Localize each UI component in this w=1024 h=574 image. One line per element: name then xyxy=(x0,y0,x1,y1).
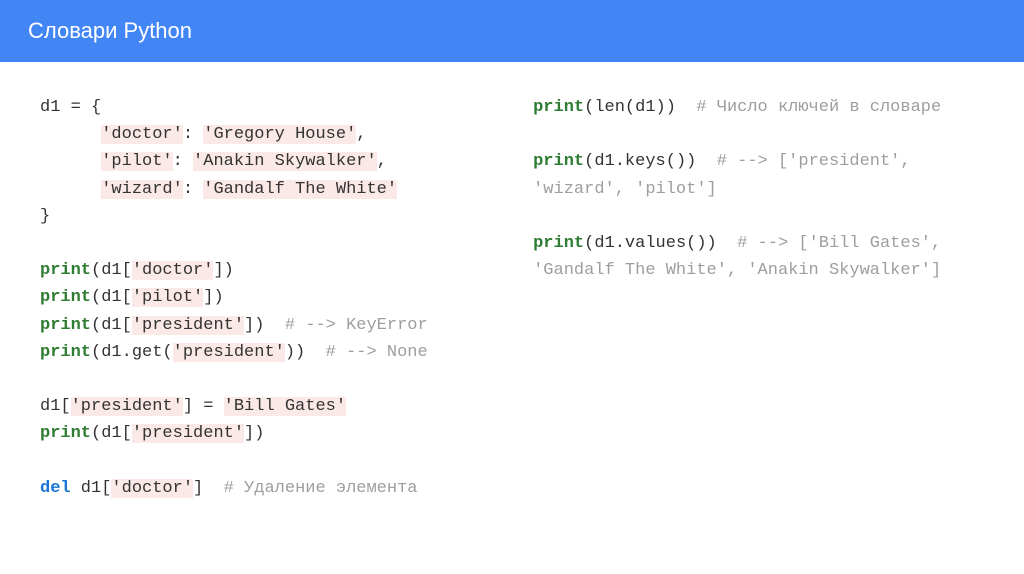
code-column-right: print(len(d1)) # Число ключей в словаре … xyxy=(533,94,986,502)
slide-content: d1 = { 'doctor': 'Gregory House', 'pilot… xyxy=(0,62,1024,534)
code-block-left: d1 = { 'doctor': 'Gregory House', 'pilot… xyxy=(40,94,493,502)
code-block-right: print(len(d1)) # Число ключей в словаре … xyxy=(533,94,986,284)
code-column-left: d1 = { 'doctor': 'Gregory House', 'pilot… xyxy=(40,94,493,502)
slide-header: Словари Python xyxy=(0,0,1024,62)
slide-title: Словари Python xyxy=(28,18,192,43)
